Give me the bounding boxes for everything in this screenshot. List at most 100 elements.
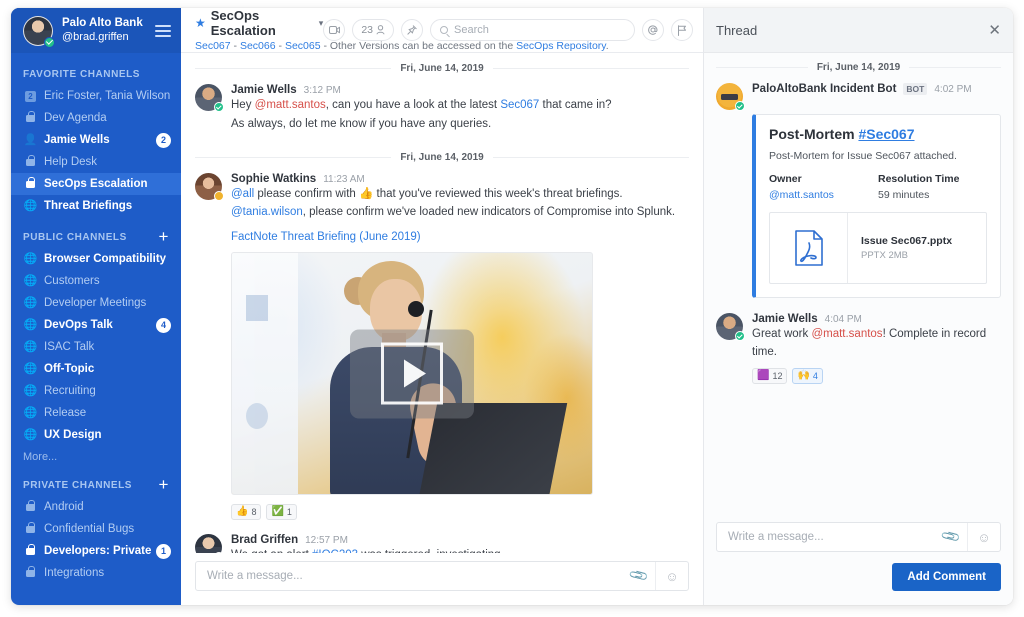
topic-link-sec066[interactable]: Sec066 — [240, 40, 276, 52]
sidebar-item-eric-foster-tania-wilson[interactable]: 2 Eric Foster, Tania Wilson — [11, 85, 181, 107]
unread-badge: 1 — [156, 544, 171, 559]
mention-all[interactable]: @all — [231, 188, 254, 200]
sidebar-item-browser-compatibility[interactable]: 🌐 Browser Compatibility — [11, 248, 181, 270]
emoji-icon[interactable]: ☺ — [656, 562, 688, 590]
sidebar-item-devops-talk[interactable]: 🌐 DevOps Talk 4 — [11, 314, 181, 336]
owner-label: Owner — [769, 173, 878, 185]
reaction-count: 8 — [251, 507, 256, 517]
message-sophie-watkins: Sophie Watkins 11:23 AM @all please conf… — [195, 167, 689, 521]
mention-tania-wilson[interactable]: @tania.wilson — [231, 206, 303, 218]
flag-icon[interactable] — [671, 19, 693, 41]
globe-icon: 🌐 — [23, 408, 38, 419]
sidebar-item-jamie-wells[interactable]: 👤 Jamie Wells 2 — [11, 129, 181, 151]
sidebar-item-label: Confidential Bugs — [44, 523, 171, 535]
pdf-file-icon — [770, 213, 848, 283]
channel-title-row[interactable]: ★ SecOps Escalation ▾ — [195, 8, 323, 38]
sidebar-item-help-desk[interactable]: Help Desk — [11, 151, 181, 173]
pin-icon[interactable] — [401, 19, 423, 41]
add-comment-button[interactable]: Add Comment — [892, 563, 1001, 591]
message-composer[interactable]: Write a message... 📎 ☺ — [195, 561, 689, 591]
avatar[interactable] — [716, 313, 743, 340]
message-text-line2: As always, do let me know if you have an… — [231, 116, 689, 134]
sidebar-item-label: UX Design — [44, 429, 171, 441]
sidebar-more-link[interactable]: More... — [11, 446, 181, 471]
date-divider: Fri, June 14, 2019 — [195, 152, 689, 163]
mention-matt-santos[interactable]: @matt.santos — [811, 328, 882, 340]
thread-message-input-placeholder[interactable]: Write a message... — [717, 531, 935, 543]
link-sec067[interactable]: #Sec067 — [858, 126, 914, 142]
sidebar-item-customers[interactable]: 🌐 Customers — [11, 270, 181, 292]
avatar[interactable] — [716, 83, 743, 110]
sidebar-item-recruiting[interactable]: 🌐 Recruiting — [11, 380, 181, 402]
sidebar-item-dev-agenda[interactable]: Dev Agenda — [11, 107, 181, 129]
reaction-count: 12 — [772, 371, 782, 381]
file-attachment[interactable]: Issue Sec067.pptx PPTX 2MB — [769, 212, 987, 284]
mention-matt-santos[interactable]: @matt.santos — [255, 99, 326, 111]
paperclip-icon[interactable]: 📎 — [623, 562, 655, 590]
owner-value[interactable]: @matt.santos — [769, 189, 878, 201]
sidebar-item-android[interactable]: Android — [11, 496, 181, 518]
sidebar-item-developers-private[interactable]: Developers: Private 1 — [11, 540, 181, 562]
message-input-placeholder[interactable]: Write a message... — [196, 570, 623, 582]
user-avatar — [195, 534, 222, 553]
avatar[interactable] — [195, 534, 222, 553]
topic-link-sec065[interactable]: Sec065 — [285, 40, 321, 52]
topic-link-repository[interactable]: SecOps Repository — [516, 40, 606, 52]
lock-icon — [23, 526, 38, 533]
sidebar-item-secops-escalation[interactable]: SecOps Escalation — [11, 173, 181, 195]
search-input[interactable]: Search — [430, 19, 635, 41]
sidebar-item-developer-meetings[interactable]: 🌐 Developer Meetings — [11, 292, 181, 314]
message-list: Fri, June 14, 2019 Jamie Wells 3:12 PM H… — [181, 53, 703, 553]
sidebar-item-label: Developers: Private — [44, 545, 156, 557]
thread-message-composer[interactable]: Write a message... 📎 ☺ — [716, 522, 1001, 552]
avatar[interactable] — [23, 16, 53, 46]
message-author: PaloAltoBank Incident Bot — [752, 83, 896, 95]
sidebar-item-label: Browser Compatibility — [44, 253, 171, 265]
sidebar-item-label: Developer Meetings — [44, 297, 171, 309]
reaction-thumbs-up[interactable]: 👍 8 — [231, 504, 261, 520]
sidebar-item-label: Eric Foster, Tania Wilson — [44, 90, 171, 102]
video-camera-icon[interactable] — [323, 19, 345, 41]
sidebar-item-label: Android — [44, 501, 171, 513]
at-mention-icon[interactable] — [642, 19, 664, 41]
sidebar-item-ux-design[interactable]: 🌐 UX Design — [11, 424, 181, 446]
workspace-header[interactable]: Palo Alto Bank @brad.griffen — [11, 8, 181, 53]
members-count-button[interactable]: 23 — [352, 19, 394, 41]
paperclip-icon[interactable]: 📎 — [935, 523, 967, 551]
avatar[interactable] — [195, 84, 222, 111]
emoji-icon[interactable]: ☺ — [968, 523, 1000, 551]
close-icon[interactable]: ✕ — [988, 23, 1001, 38]
globe-icon: 🌐 — [23, 430, 38, 441]
add-public-channel-button[interactable]: + — [159, 231, 169, 243]
sidebar-group-favorite: FAVORITE CHANNELS — [11, 63, 181, 85]
reaction-check-mark[interactable]: ✅ 1 — [266, 504, 296, 520]
link-ioc203[interactable]: #IOC203 — [312, 549, 358, 553]
sidebar-item-confidential-bugs[interactable]: Confidential Bugs — [11, 518, 181, 540]
play-button-icon[interactable] — [350, 329, 474, 418]
sidebar-item-label: Help Desk — [44, 156, 171, 168]
sidebar-item-isac-talk[interactable]: 🌐 ISAC Talk — [11, 336, 181, 358]
sidebar-item-label: Recruiting — [44, 385, 171, 397]
attachment-title-link[interactable]: FactNote Threat Briefing (June 2019) — [231, 231, 421, 243]
reaction-purple-square[interactable]: 🟪 12 — [752, 368, 787, 384]
thread-header: Thread ✕ — [704, 8, 1013, 53]
hamburger-icon[interactable] — [155, 22, 171, 40]
lock-icon — [23, 159, 38, 166]
avatar[interactable] — [195, 173, 222, 200]
message-meta: Sophie Watkins 11:23 AM — [231, 173, 689, 185]
link-sec067[interactable]: Sec067 — [500, 99, 539, 111]
presence-online-icon — [214, 552, 224, 553]
add-private-channel-button[interactable]: + — [159, 479, 169, 491]
sidebar-item-integrations[interactable]: Integrations — [11, 562, 181, 584]
lock-icon — [23, 570, 38, 577]
sidebar-item-threat-briefings[interactable]: 🌐 Threat Briefings — [11, 195, 181, 217]
file-name: Issue Sec067.pptx — [861, 235, 986, 247]
star-icon[interactable]: ★ — [195, 17, 206, 29]
sidebar-item-release[interactable]: 🌐 Release — [11, 402, 181, 424]
globe-icon: 🌐 — [23, 364, 38, 375]
presence-online-icon — [44, 37, 55, 48]
sidebar-item-off-topic[interactable]: 🌐 Off-Topic — [11, 358, 181, 380]
topic-link-sec067[interactable]: Sec067 — [195, 40, 231, 52]
video-attachment[interactable] — [231, 252, 593, 495]
reaction-raised-hands[interactable]: 🙌 4 — [792, 368, 822, 384]
